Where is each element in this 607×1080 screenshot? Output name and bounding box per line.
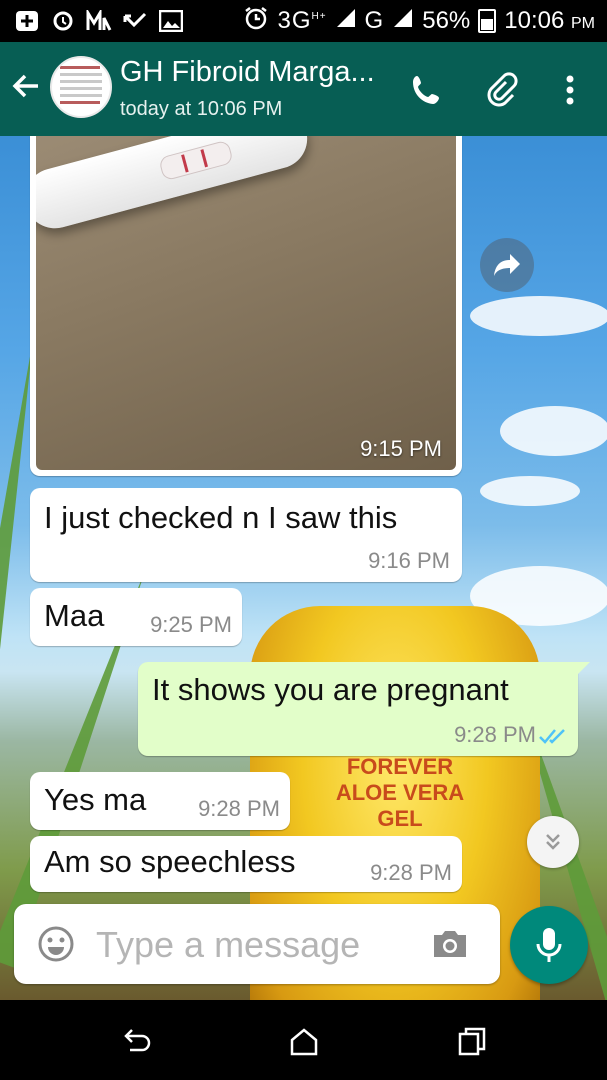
signal-icon-2 — [392, 7, 414, 36]
network-type-2: G — [364, 7, 385, 34]
chat-header: GH Fibroid Marga... today at 10:06 PM — [0, 42, 607, 136]
chat-title[interactable]: GH Fibroid Marga... — [120, 56, 375, 89]
image-message[interactable]: 9:15 PM — [30, 136, 462, 476]
plus-icon — [14, 10, 40, 32]
chat-area[interactable]: FOREVER ALOE VERA GEL 9:15 PM I just check… — [0, 136, 607, 1000]
incoming-message[interactable]: Maa 9:25 PM — [30, 588, 242, 646]
more-vert-icon[interactable] — [552, 72, 588, 108]
incoming-message[interactable]: Am so speechless 9:28 PM — [30, 836, 462, 892]
message-text: Am so speechless — [44, 844, 296, 879]
message-time: 9:28 PM — [370, 860, 452, 885]
message-time: 9:15 PM — [360, 436, 442, 461]
missed-call-icon — [122, 10, 148, 32]
emoji-icon[interactable] — [36, 924, 76, 964]
m-logo-icon — [86, 10, 112, 32]
message-time: 9:28 PM — [198, 796, 280, 821]
wallpaper-text: FOREVER ALOE VERA GEL — [335, 754, 465, 831]
alarm-icon — [243, 5, 269, 38]
wallpaper-cloud — [470, 296, 607, 336]
mic-button[interactable] — [510, 906, 588, 984]
navigation-bar — [0, 1000, 607, 1080]
wallpaper-cloud — [500, 406, 607, 456]
scroll-down-button[interactable] — [527, 816, 579, 868]
message-text: Yes ma — [44, 782, 147, 817]
mic-icon — [536, 928, 562, 962]
forward-button[interactable] — [480, 238, 534, 292]
network-type: 3GH+ — [277, 7, 327, 34]
paperclip-icon[interactable] — [484, 72, 520, 108]
battery-icon — [478, 9, 497, 33]
incoming-message[interactable]: Yes ma 9:28 PM — [30, 772, 290, 830]
pregnancy-test-photo[interactable]: 9:15 PM — [36, 136, 456, 470]
message-text: I just checked n I saw this — [44, 500, 398, 535]
status-bar: 3GH+ G 56% 10:06 PM — [0, 0, 607, 42]
home-nav-icon[interactable] — [286, 1024, 322, 1060]
incoming-message[interactable]: I just checked n I saw this 9:16 PM — [30, 488, 462, 582]
notification-icons — [0, 10, 184, 32]
clock: 10:06 PM — [504, 7, 595, 34]
message-input[interactable] — [94, 918, 418, 972]
back-nav-icon[interactable] — [118, 1024, 154, 1060]
chevron-double-down-icon — [546, 834, 560, 850]
status-right: 3GH+ G 56% 10:06 PM — [243, 0, 595, 42]
wallpaper-cloud — [480, 476, 580, 506]
message-time: 9:16 PM — [368, 548, 450, 573]
outgoing-message[interactable]: It shows you are pregnant 9:28 PM — [138, 662, 590, 756]
battery-percent: 56% — [422, 7, 471, 34]
last-seen: today at 10:06 PM — [120, 98, 283, 120]
message-text: It shows you are pregnant — [152, 672, 509, 707]
phone-icon[interactable] — [408, 72, 444, 108]
arrow-left-icon[interactable] — [10, 70, 42, 102]
signal-icon — [335, 7, 357, 36]
message-time: 9:25 PM — [150, 612, 232, 637]
sync-icon — [50, 10, 76, 32]
message-time: 9:28 PM — [454, 722, 536, 747]
message-composer — [14, 904, 500, 984]
test-strip — [36, 136, 314, 235]
message-text: Maa — [44, 598, 105, 633]
recents-nav-icon[interactable] — [454, 1024, 490, 1060]
camera-icon[interactable] — [430, 928, 470, 960]
avatar[interactable] — [50, 56, 112, 118]
double-check-icon — [538, 726, 568, 746]
gallery-icon — [158, 10, 184, 32]
